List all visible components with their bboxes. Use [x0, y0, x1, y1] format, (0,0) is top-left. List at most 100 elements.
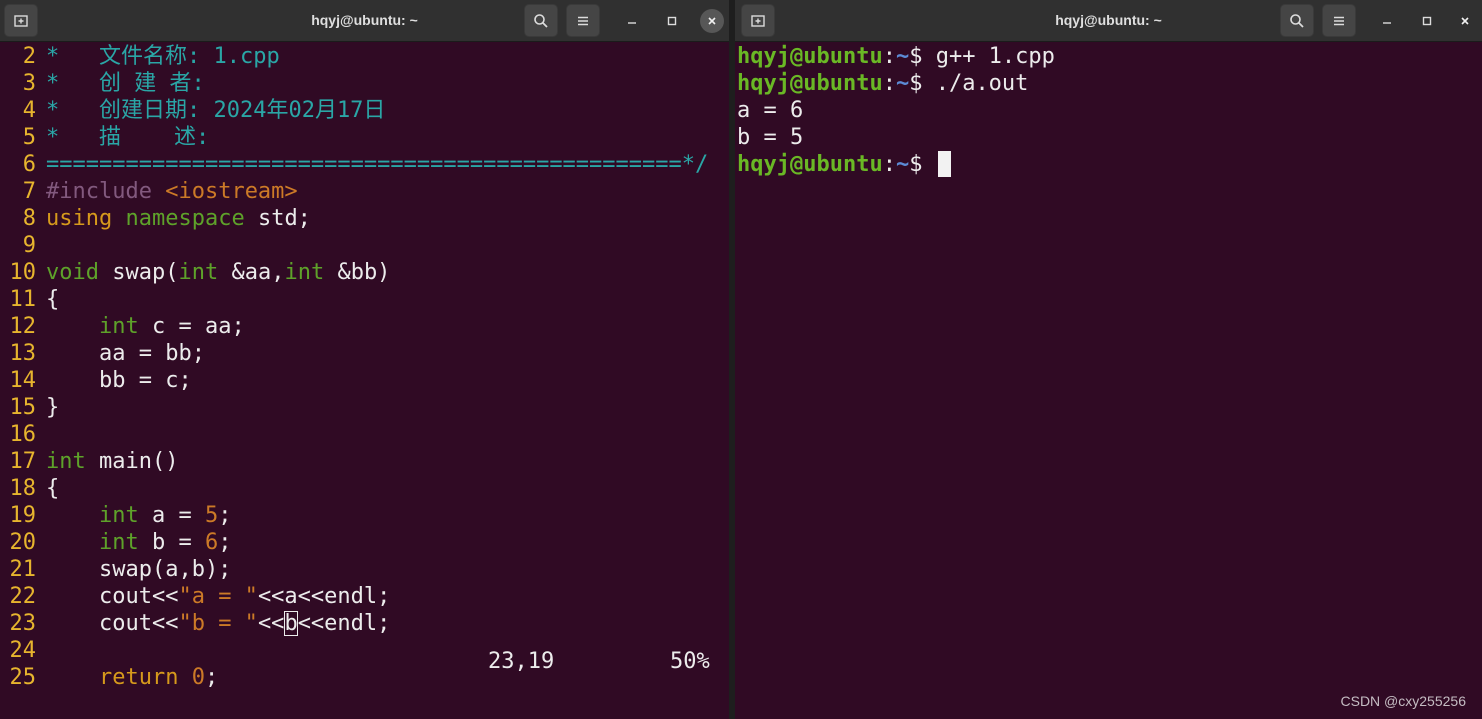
code-line: 3 * 创 建 者:	[0, 70, 205, 97]
code-token: "b = "	[178, 611, 258, 636]
code-token: }	[46, 395, 60, 420]
code-token: 5	[204, 503, 219, 528]
right-maximize-button[interactable]	[1415, 9, 1439, 33]
shell-prompt-line: hqyj@ubuntu:~$ g++ 1.cpp	[737, 43, 1055, 70]
prompt-colon: :	[882, 152, 896, 177]
code-token: &aa,	[218, 260, 285, 285]
code-token: <<	[257, 611, 285, 636]
code-token: aa = bb;	[46, 341, 205, 366]
code-token: int	[178, 260, 219, 285]
code-line: 18 {	[0, 475, 60, 502]
code-line: 6 =======================================…	[0, 151, 709, 178]
line-number: 12	[9, 314, 37, 339]
left-close-button[interactable]	[700, 9, 724, 33]
code-line: 14 bb = c;	[0, 367, 192, 394]
code-token: {	[46, 287, 60, 312]
left-minimize-button[interactable]	[620, 9, 644, 33]
line-number: 3	[22, 71, 36, 96]
code-line: 7 #include <iostream>	[0, 178, 298, 205]
code-token: 6	[204, 530, 219, 555]
code-token: 0	[191, 665, 205, 690]
left-maximize-button[interactable]	[660, 9, 684, 33]
prompt-colon: :	[882, 71, 896, 96]
shell-output[interactable]: hqyj@ubuntu:~$ g++ 1.cpp hqyj@ubuntu:~$ .…	[735, 43, 1482, 719]
line-number: 23	[9, 611, 37, 636]
code-token: bb = c;	[46, 368, 192, 393]
line-number: 19	[9, 503, 37, 528]
right-menu-button[interactable]	[1322, 4, 1356, 37]
code-line: 20 int b = 6;	[0, 529, 232, 556]
code-token: cout<<	[46, 611, 179, 636]
minimize-icon	[1383, 22, 1391, 24]
shell-prompt-line: hqyj@ubuntu:~$ ./a.out	[737, 70, 1028, 97]
line-number: 17	[9, 449, 37, 474]
terminal-cursor	[937, 151, 951, 177]
line-number: 18	[9, 476, 37, 501]
prompt-path: ~	[895, 71, 910, 96]
line-number: 5	[22, 125, 36, 150]
left-titlebar[interactable]: hqyj@ubuntu: ~	[0, 0, 729, 42]
vim-terminal-window[interactable]: hqyj@ubuntu: ~ 2 * 文件名称: 1.cpp 3 * 创 建 者: 4 *…	[0, 0, 729, 719]
right-close-button[interactable]	[1453, 9, 1477, 33]
close-icon	[1461, 17, 1469, 25]
code-token: return	[98, 665, 179, 690]
code-line: 2 * 文件名称: 1.cpp	[0, 43, 280, 70]
new-tab-icon	[751, 14, 765, 27]
line-number: 4	[22, 98, 36, 123]
code-token: int	[98, 530, 139, 555]
line-number: 10	[9, 260, 37, 285]
left-search-button[interactable]	[524, 4, 558, 37]
shell-output-line: a = 6	[737, 98, 804, 123]
code-line: 4 * 创建日期: 2024年02月17日	[0, 97, 386, 124]
code-token: c = aa;	[138, 314, 245, 339]
new-tab-icon	[14, 14, 28, 27]
code-line: 16	[0, 421, 46, 448]
line-number: 9	[22, 233, 36, 258]
code-token: a =	[138, 503, 205, 528]
right-new-tab-button[interactable]	[741, 4, 775, 37]
code-line: 22 cout<<"a = "<<a<<endl;	[0, 583, 391, 610]
search-icon	[1290, 13, 1304, 28]
code-token: int	[284, 260, 325, 285]
code-token: ;	[218, 530, 232, 555]
shell-command: g++ 1.cpp	[935, 44, 1055, 69]
code-token: b =	[138, 530, 205, 555]
code-token: swap(a,b);	[46, 557, 232, 582]
line-number: 13	[9, 341, 37, 366]
close-icon	[708, 17, 716, 25]
shell-terminal-window[interactable]: hqyj@ubuntu: ~ hqyj@ubuntu:~$ g++ 1.cpp h…	[735, 0, 1482, 719]
prompt-user: hqyj@ubuntu	[737, 152, 883, 177]
left-menu-button[interactable]	[566, 4, 600, 37]
code-token: * 描 述:	[46, 125, 210, 150]
vim-editor[interactable]: 2 * 文件名称: 1.cpp 3 * 创 建 者: 4 * 创建日期: 2024年02月…	[0, 43, 729, 719]
prompt-colon: :	[882, 44, 896, 69]
code-line: 15}	[0, 394, 60, 421]
search-icon	[534, 13, 548, 28]
prompt-symbol: $	[909, 44, 936, 69]
code-token: int	[98, 314, 139, 339]
vim-cursor: b	[284, 611, 298, 636]
right-titlebar[interactable]: hqyj@ubuntu: ~	[735, 0, 1482, 42]
vim-scroll-percent: 50%	[670, 649, 710, 674]
code-line: 9	[0, 232, 46, 259]
code-token: int	[98, 503, 139, 528]
vim-cursor-position: 23,19	[488, 649, 555, 674]
right-search-button[interactable]	[1280, 4, 1314, 37]
code-token: int	[46, 449, 86, 474]
code-token: * 创 建 者:	[46, 71, 205, 96]
right-minimize-button[interactable]	[1375, 9, 1399, 33]
code-token: ;	[218, 503, 232, 528]
code-token: using	[46, 206, 126, 231]
prompt-user: hqyj@ubuntu	[737, 44, 883, 69]
line-number: 25	[9, 665, 37, 690]
code-token: &bb)	[324, 260, 391, 285]
code-line: 24	[0, 637, 46, 664]
line-number: 6	[22, 152, 36, 177]
line-number: 24	[9, 638, 37, 663]
left-new-tab-button[interactable]	[4, 4, 38, 37]
code-line: 23 cout<<"b = "<<b<<endl;	[0, 610, 390, 637]
